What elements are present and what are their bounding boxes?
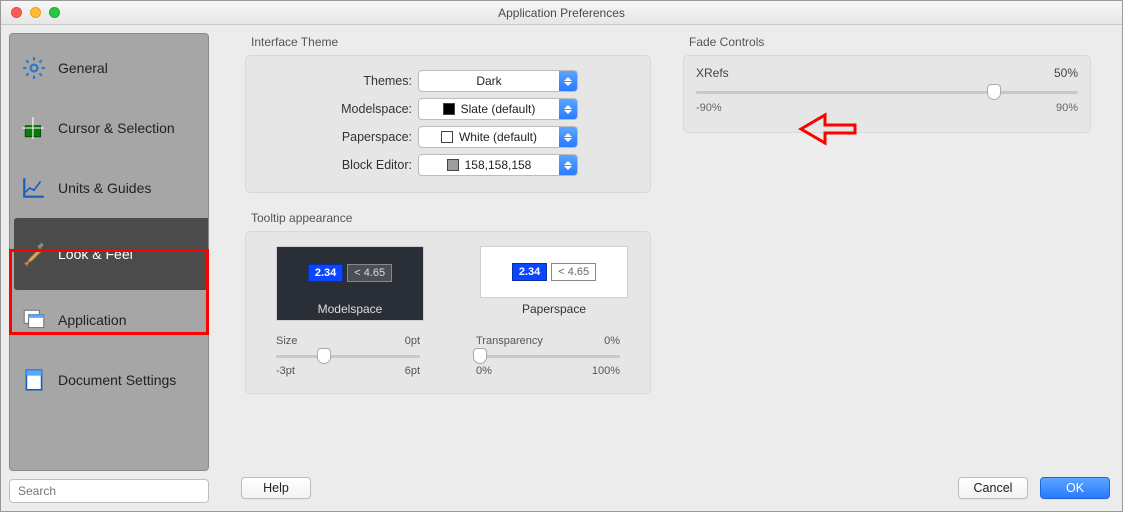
slider-size-track[interactable] (276, 349, 420, 363)
chevron-updown-icon (559, 155, 577, 175)
paperspace-label: Paperspace: (254, 130, 418, 144)
preview-paperspace-box: 2.34 < 4.65 (480, 246, 628, 298)
preview-modelspace-label: Modelspace (276, 298, 424, 321)
fade-slider[interactable] (696, 84, 1078, 100)
panel-interface-theme: Themes: Dark Modelspace: Slate (default) (245, 55, 651, 193)
slider-transparency: Transparency 0% 0% 100% (476, 335, 620, 377)
sidebar-item-label: Application (58, 312, 127, 328)
brush-icon (20, 240, 48, 268)
panel-fade: XRefs 50% -90% 90% (683, 55, 1091, 133)
section-title-fade: Fade Controls (689, 35, 1091, 49)
modelspace-swatch (443, 103, 455, 115)
sidebar: General Cursor & Selection Units & Guide… (9, 33, 209, 471)
chevron-updown-icon (559, 99, 577, 119)
cancel-button[interactable]: Cancel (958, 477, 1028, 499)
sidebar-item-label: Look & Feel (58, 246, 133, 262)
preview-paperspace-label: Paperspace (480, 298, 628, 320)
gear-icon (20, 54, 48, 82)
fade-xrefs-value: 50% (1054, 66, 1078, 80)
slider-size-thumb[interactable] (317, 348, 331, 364)
body: General Cursor & Selection Units & Guide… (1, 25, 1122, 511)
sidebar-item-document-settings[interactable]: Document Settings (14, 350, 204, 410)
fade-max-label: 90% (1056, 102, 1078, 114)
sidebar-item-look-and-feel[interactable]: Look & Feel (14, 218, 208, 290)
close-icon[interactable] (11, 7, 22, 18)
slider-transparency-thumb[interactable] (473, 348, 487, 364)
fade-xrefs-label: XRefs (696, 66, 729, 80)
slider-transparency-value: 0% (604, 335, 620, 347)
sidebar-column: General Cursor & Selection Units & Guide… (1, 25, 215, 511)
sidebar-item-label: General (58, 60, 108, 76)
col-left: Interface Theme Themes: Dark Modelspace: (245, 35, 651, 394)
chevron-updown-icon (559, 71, 577, 91)
modelspace-label: Modelspace: (254, 102, 418, 116)
slider-size: Size 0pt -3pt 6pt (276, 335, 420, 377)
paperspace-swatch (441, 131, 453, 143)
modelspace-dropdown[interactable]: Slate (default) (418, 98, 578, 120)
chevron-updown-icon (559, 127, 577, 147)
preview-value: 2.34 (512, 263, 547, 281)
help-button[interactable]: Help (241, 477, 311, 499)
col-right: Fade Controls XRefs 50% -90% 90% (683, 35, 1091, 394)
slider-transparency-label: Transparency (476, 335, 543, 347)
slider-size-value: 0pt (405, 335, 420, 347)
annotation-arrow-icon (797, 111, 857, 147)
slider-transparency-min: 0% (476, 365, 492, 377)
window: Application Preferences General Cursor &… (0, 0, 1123, 512)
preview-paperspace: 2.34 < 4.65 Paperspace (480, 246, 628, 321)
modelspace-dropdown-value: Slate (default) (461, 102, 536, 116)
fade-slider-thumb[interactable] (987, 84, 1001, 100)
minimize-icon[interactable] (30, 7, 41, 18)
window-title: Application Preferences (1, 6, 1122, 20)
footer: Help Cancel OK (9, 473, 1110, 503)
panel-tooltip: 2.34 < 4.65 Modelspace 2.34 < 4.65 (245, 231, 651, 394)
tooltip-previews: 2.34 < 4.65 Modelspace 2.34 < 4.65 (256, 246, 640, 321)
sidebar-item-general[interactable]: General (14, 38, 204, 98)
slider-size-min: -3pt (276, 365, 295, 377)
preview-ref: < 4.65 (551, 263, 596, 281)
row-block-editor: Block Editor: 158,158,158 (254, 152, 642, 178)
sidebar-item-cursor-selection[interactable]: Cursor & Selection (14, 98, 204, 158)
row-themes: Themes: Dark (254, 68, 642, 94)
slider-transparency-max: 100% (592, 365, 620, 377)
zoom-icon[interactable] (49, 7, 60, 18)
row-paperspace: Paperspace: White (default) (254, 124, 642, 150)
paperspace-dropdown-value: White (default) (459, 130, 537, 144)
section-title-tooltip: Tooltip appearance (251, 211, 651, 225)
block-editor-label: Block Editor: (254, 158, 418, 172)
preview-value: 2.34 (308, 264, 343, 282)
cursor-icon (20, 114, 48, 142)
sidebar-item-label: Document Settings (58, 372, 176, 388)
block-editor-dropdown[interactable]: 158,158,158 (418, 154, 578, 176)
document-icon (20, 366, 48, 394)
sidebar-item-application[interactable]: Application (14, 290, 204, 350)
preview-modelspace-box: 2.34 < 4.65 (276, 246, 424, 298)
slider-size-max: 6pt (405, 365, 420, 377)
slider-transparency-track[interactable] (476, 349, 620, 363)
axes-icon (20, 174, 48, 202)
sidebar-item-units-guides[interactable]: Units & Guides (14, 158, 204, 218)
sidebar-item-label: Units & Guides (58, 180, 151, 196)
sidebar-item-label: Cursor & Selection (58, 120, 175, 136)
windows-icon (20, 306, 48, 334)
block-editor-dropdown-value: 158,158,158 (465, 158, 532, 172)
block-editor-swatch (447, 159, 459, 171)
preview-modelspace: 2.34 < 4.65 Modelspace (276, 246, 424, 321)
row-modelspace: Modelspace: Slate (default) (254, 96, 642, 122)
ok-button[interactable]: OK (1040, 477, 1110, 499)
section-title-interface-theme: Interface Theme (251, 35, 651, 49)
fade-min-label: -90% (696, 102, 722, 114)
themes-dropdown-value: Dark (419, 74, 559, 88)
titlebar: Application Preferences (1, 1, 1122, 25)
themes-label: Themes: (254, 74, 418, 88)
paperspace-dropdown[interactable]: White (default) (418, 126, 578, 148)
themes-dropdown[interactable]: Dark (418, 70, 578, 92)
preview-ref: < 4.65 (347, 264, 392, 282)
content: Interface Theme Themes: Dark Modelspace: (215, 25, 1122, 511)
slider-size-label: Size (276, 335, 297, 347)
traffic-lights (11, 7, 60, 18)
